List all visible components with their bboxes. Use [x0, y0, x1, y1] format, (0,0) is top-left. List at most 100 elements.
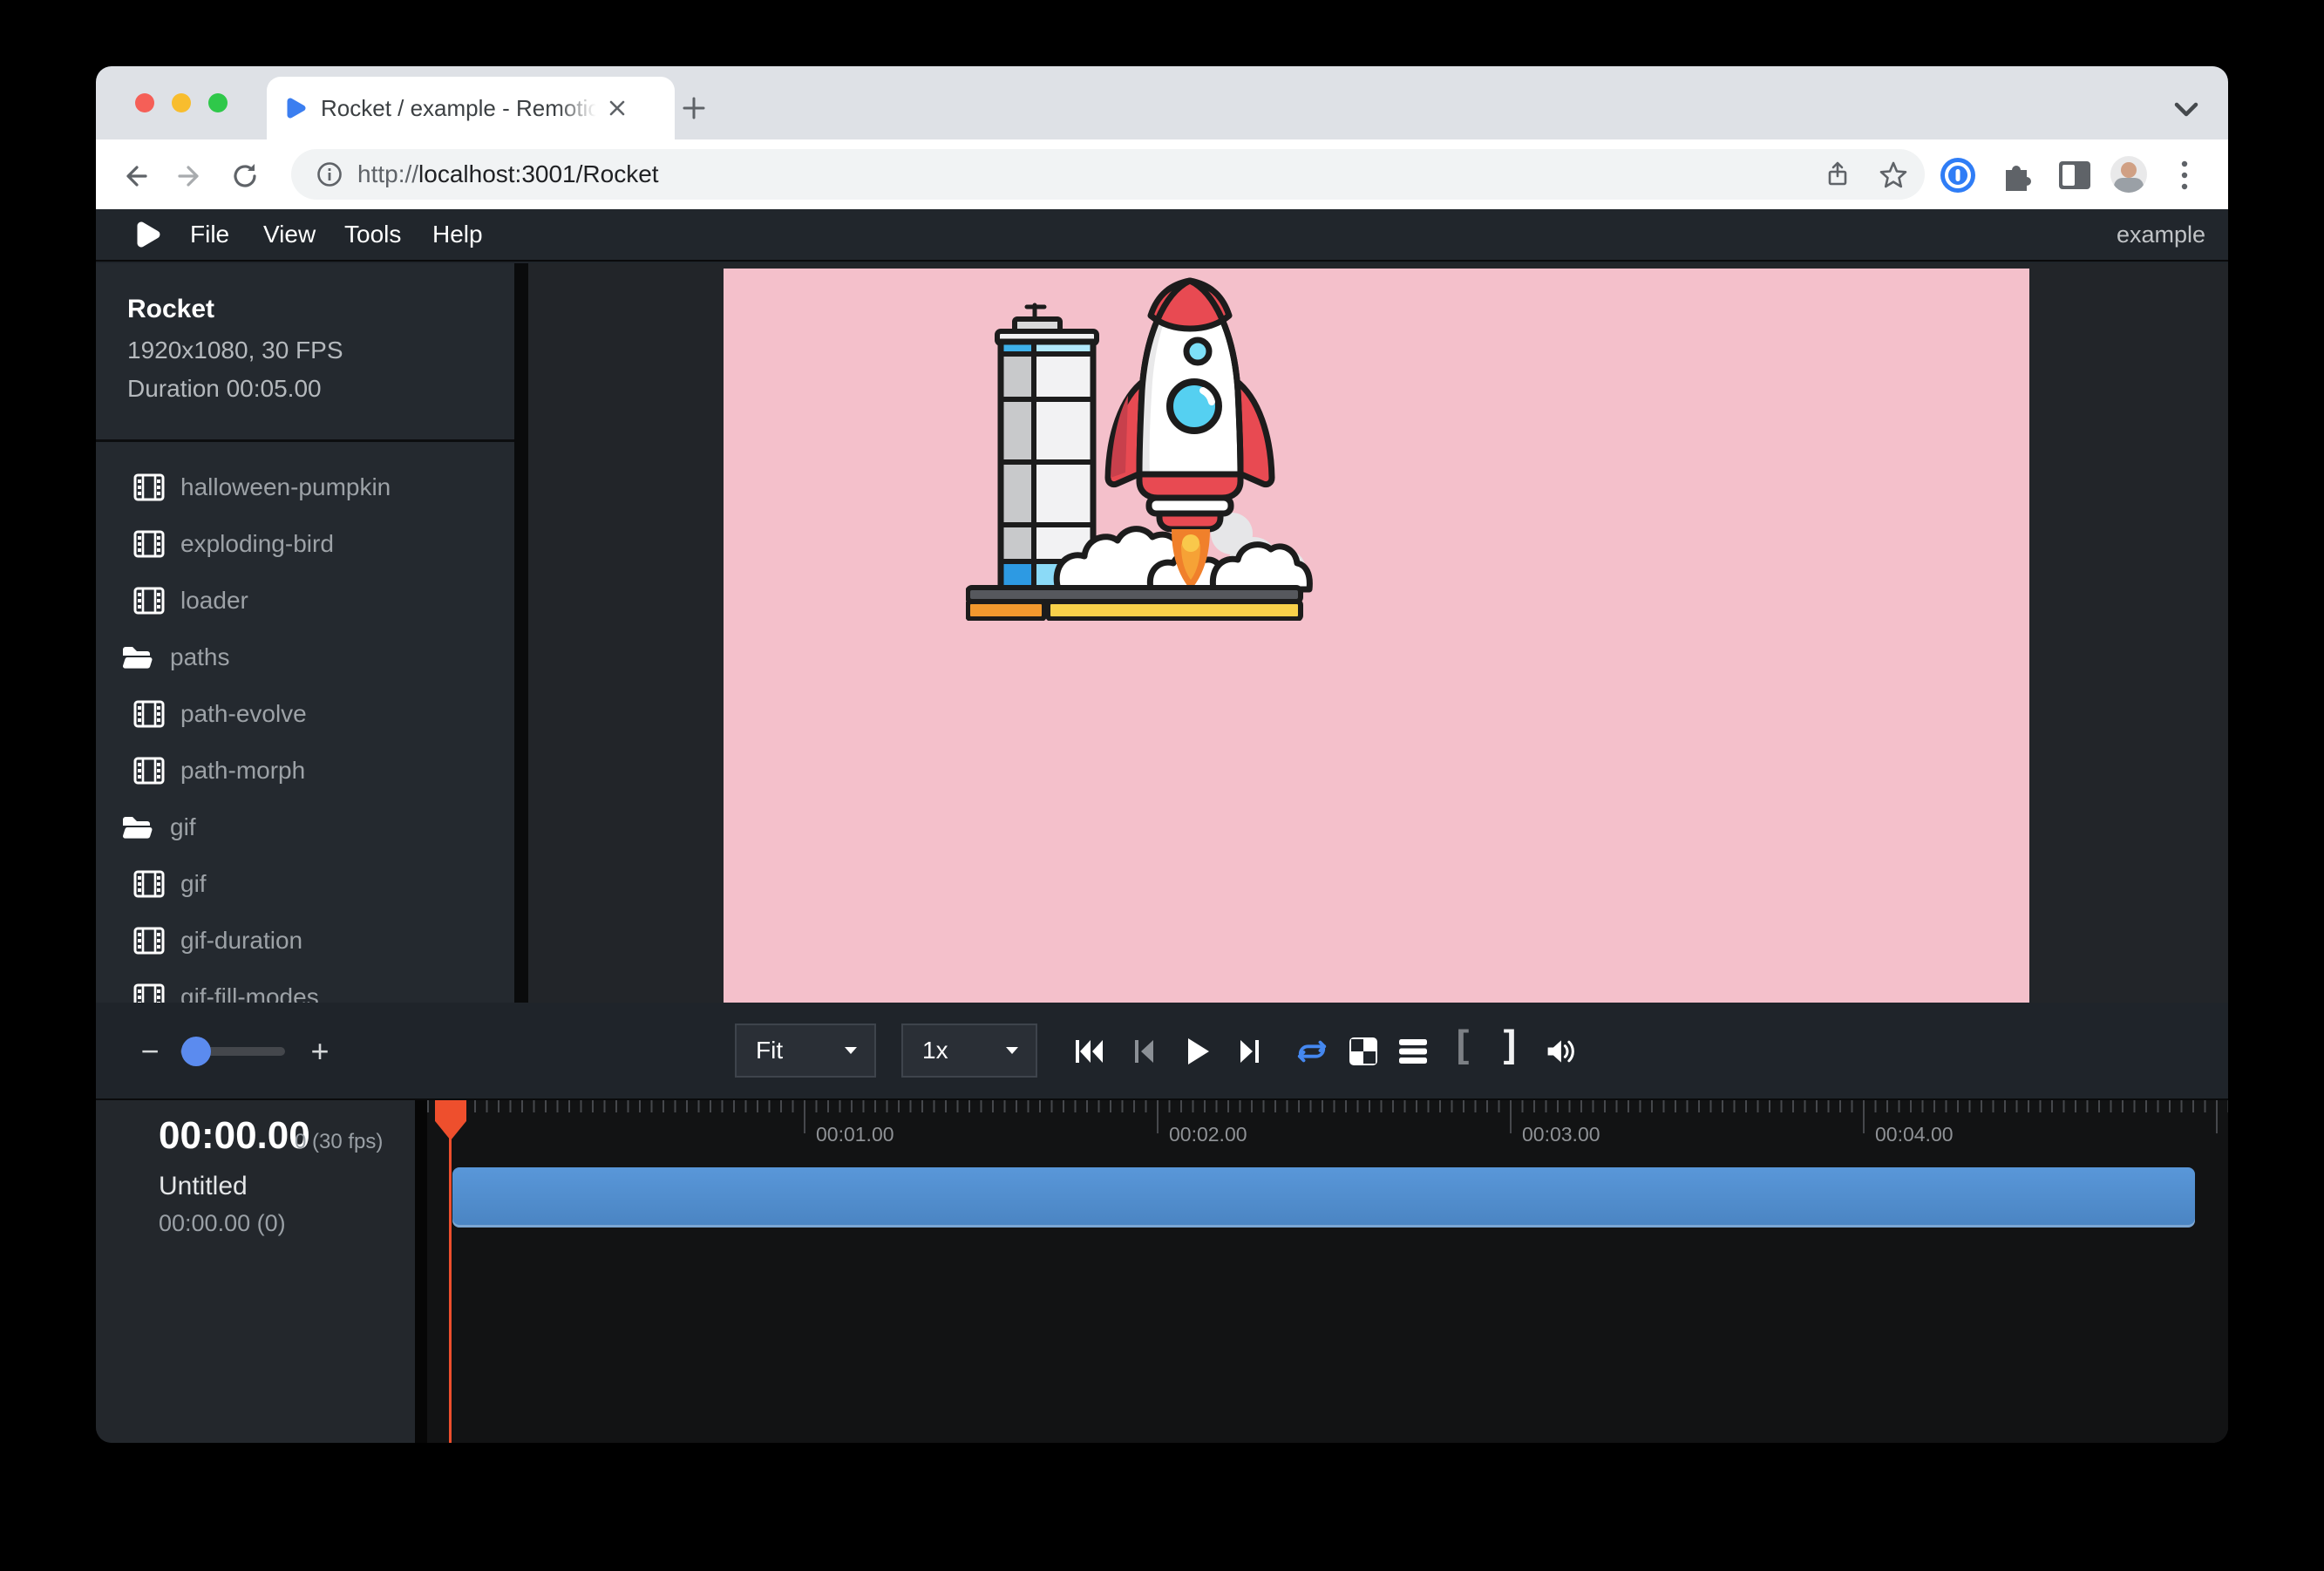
- sidebar-item-label: path-morph: [180, 757, 305, 785]
- timeline-track-area[interactable]: 00:01.00 00:02.00 00:03.00 00:04.00: [427, 1100, 2228, 1443]
- volume-icon[interactable]: [1545, 1036, 1576, 1067]
- zoom-out-icon[interactable]: −: [134, 1036, 166, 1067]
- sidebar-divider: [96, 439, 514, 442]
- extensions-puzzle-icon[interactable]: [1996, 155, 2036, 195]
- minimize-window-button[interactable]: [172, 93, 191, 112]
- menu-view[interactable]: View: [263, 209, 316, 260]
- sidebar-item-path-morph[interactable]: path-morph: [133, 743, 305, 799]
- remotion-logo-icon[interactable]: [133, 209, 162, 260]
- share-icon[interactable]: [1818, 155, 1857, 194]
- rocket-illustration: [966, 269, 1315, 621]
- timecode: 00:00.00: [159, 1114, 310, 1158]
- timeline: 00:00.00 0 (30 fps) Untitled 00:00.00 (0…: [96, 1100, 2228, 1443]
- avatar-body: [2114, 178, 2144, 193]
- next-frame-icon[interactable]: [1234, 1036, 1266, 1067]
- preview-canvas: [724, 269, 2029, 1003]
- folder-open-icon: [119, 643, 154, 671]
- tab-title: Rocket / example - Remotion Preview: [321, 95, 596, 122]
- ruler-label: 00:03.00: [1522, 1123, 1600, 1146]
- tab-strip: Rocket / example - Remotion Preview: [96, 66, 2228, 139]
- skip-to-start-icon[interactable]: [1074, 1036, 1105, 1067]
- film-icon: [133, 587, 165, 615]
- sidebar-item-label: gif: [180, 870, 207, 898]
- tab-search-chevron-icon[interactable]: [2169, 98, 2204, 122]
- url-text: http://localhost:3001/Rocket: [357, 160, 659, 188]
- rich-timeline-icon[interactable]: [1397, 1036, 1429, 1067]
- sidebar-item-gif-fill-modes[interactable]: gif-fill-modes: [133, 969, 319, 1003]
- back-icon[interactable]: [116, 157, 154, 195]
- play-icon[interactable]: [1182, 1036, 1213, 1067]
- avatar[interactable]: [2110, 156, 2147, 193]
- sidebar-item-gif[interactable]: gif: [133, 856, 207, 912]
- film-icon: [133, 473, 165, 501]
- composition-duration: Duration 00:05.00: [127, 375, 322, 403]
- sidebar-folder-gif[interactable]: gif: [119, 799, 196, 855]
- track-name: Untitled: [159, 1172, 248, 1201]
- size-select-value: Fit: [756, 1037, 783, 1064]
- ruler-tick: [1157, 1100, 1159, 1133]
- sidebar-item-path-evolve[interactable]: path-evolve: [133, 686, 307, 742]
- browser-menu-icon[interactable]: [2164, 155, 2205, 195]
- sidebar-item-exploding-bird[interactable]: exploding-bird: [133, 516, 334, 572]
- chevron-down-icon: [843, 1045, 859, 1056]
- close-window-button[interactable]: [135, 93, 154, 112]
- previous-frame-icon[interactable]: [1128, 1036, 1159, 1067]
- url-bar[interactable]: http://localhost:3001/Rocket: [291, 149, 1925, 200]
- timeline-track-bar[interactable]: [452, 1167, 2195, 1228]
- ruler-tick: [2216, 1100, 2218, 1133]
- ruler-label: 00:04.00: [1875, 1123, 1954, 1146]
- side-panel-icon[interactable]: [2055, 155, 2095, 195]
- transparency-checkerboard-icon[interactable]: [1348, 1036, 1379, 1067]
- folder-open-icon: [119, 813, 154, 841]
- onepassword-icon[interactable]: [1938, 155, 1978, 195]
- timeline-left-panel: 00:00.00 0 (30 fps) Untitled 00:00.00 (0…: [96, 1100, 415, 1443]
- ruler-tick: [1510, 1100, 1512, 1133]
- film-icon: [133, 983, 165, 1003]
- frame-info: 0 (30 fps): [295, 1130, 383, 1154]
- zoom-in-icon[interactable]: +: [304, 1036, 336, 1067]
- bookmark-star-icon[interactable]: [1874, 155, 1913, 194]
- size-select[interactable]: Fit: [735, 1024, 876, 1078]
- speed-select[interactable]: 1x: [901, 1024, 1037, 1078]
- ruler-tick: [804, 1100, 805, 1133]
- preview-area: [528, 263, 2228, 1003]
- composition-name: Rocket: [127, 295, 214, 324]
- ruler-label: 00:02.00: [1169, 1123, 1247, 1146]
- menu-file[interactable]: File: [190, 209, 229, 260]
- composition-meta: 1920x1080, 30 FPS: [127, 337, 343, 364]
- site-info-icon[interactable]: [310, 155, 349, 194]
- browser-tab[interactable]: Rocket / example - Remotion Preview: [267, 77, 675, 139]
- sidebar-item-halloween-pumpkin[interactable]: halloween-pumpkin: [133, 459, 391, 515]
- menu-tools[interactable]: Tools: [344, 209, 401, 260]
- forward-icon[interactable]: [171, 157, 209, 195]
- browser-window: Rocket / example - Remotion Preview http: [96, 66, 2228, 1443]
- main-content: Rocket 1920x1080, 30 FPS Duration 00:05.…: [96, 263, 2228, 1003]
- ruler-label: 00:01.00: [816, 1123, 894, 1146]
- out-marker-icon[interactable]: ]: [1494, 1029, 1526, 1060]
- sidebar-item-label: gif-fill-modes: [180, 983, 319, 1003]
- timeline-ruler[interactable]: [427, 1100, 2228, 1112]
- playhead-line: [449, 1100, 452, 1443]
- sidebar-preview-divider[interactable]: [514, 263, 528, 1003]
- sidebar-item-loader[interactable]: loader: [133, 573, 248, 629]
- sidebar-folder-paths[interactable]: paths: [119, 629, 230, 685]
- compositions-sidebar: Rocket 1920x1080, 30 FPS Duration 00:05.…: [96, 263, 514, 1003]
- new-tab-icon[interactable]: [678, 92, 710, 124]
- remotion-menu-bar: File View Tools Help example: [96, 209, 2228, 262]
- sidebar-item-gif-duration[interactable]: gif-duration: [133, 913, 302, 969]
- playhead[interactable]: [435, 1100, 466, 1140]
- film-icon: [133, 757, 165, 785]
- film-icon: [133, 530, 165, 558]
- in-marker-icon[interactable]: [: [1447, 1029, 1478, 1060]
- timeline-panel-divider: [415, 1100, 427, 1443]
- fullscreen-window-button[interactable]: [208, 93, 228, 112]
- tab-close-icon[interactable]: [601, 92, 633, 124]
- loop-icon[interactable]: [1296, 1036, 1328, 1067]
- reload-icon[interactable]: [226, 157, 264, 195]
- sidebar-item-label: path-evolve: [180, 700, 307, 728]
- sidebar-item-label: gif: [170, 813, 196, 841]
- film-icon: [133, 700, 165, 728]
- browser-toolbar: http://localhost:3001/Rocket: [96, 139, 2228, 209]
- menu-help[interactable]: Help: [432, 209, 483, 260]
- timeline-zoom-slider-knob[interactable]: [181, 1037, 211, 1066]
